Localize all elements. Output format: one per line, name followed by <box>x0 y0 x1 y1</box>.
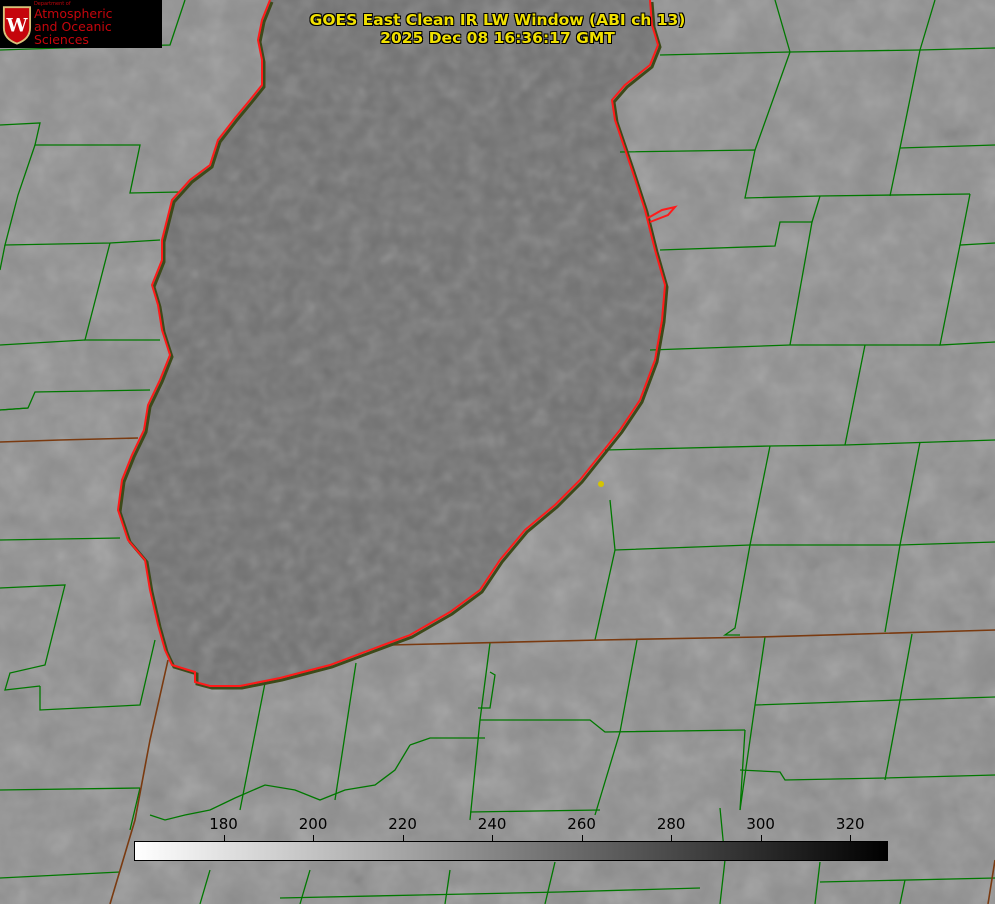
location-marker <box>598 481 604 487</box>
satellite-image: W Department of Atmospheric and Oceanic … <box>0 0 995 904</box>
title-line-2: 2025 Dec 08 16:36:17 GMT <box>380 29 615 47</box>
map <box>0 0 995 904</box>
colorbar <box>134 841 888 861</box>
image-title: GOES East Clean IR LW Window (ABI ch 13)… <box>0 11 995 47</box>
title-line-1: GOES East Clean IR LW Window (ABI ch 13) <box>309 11 686 29</box>
